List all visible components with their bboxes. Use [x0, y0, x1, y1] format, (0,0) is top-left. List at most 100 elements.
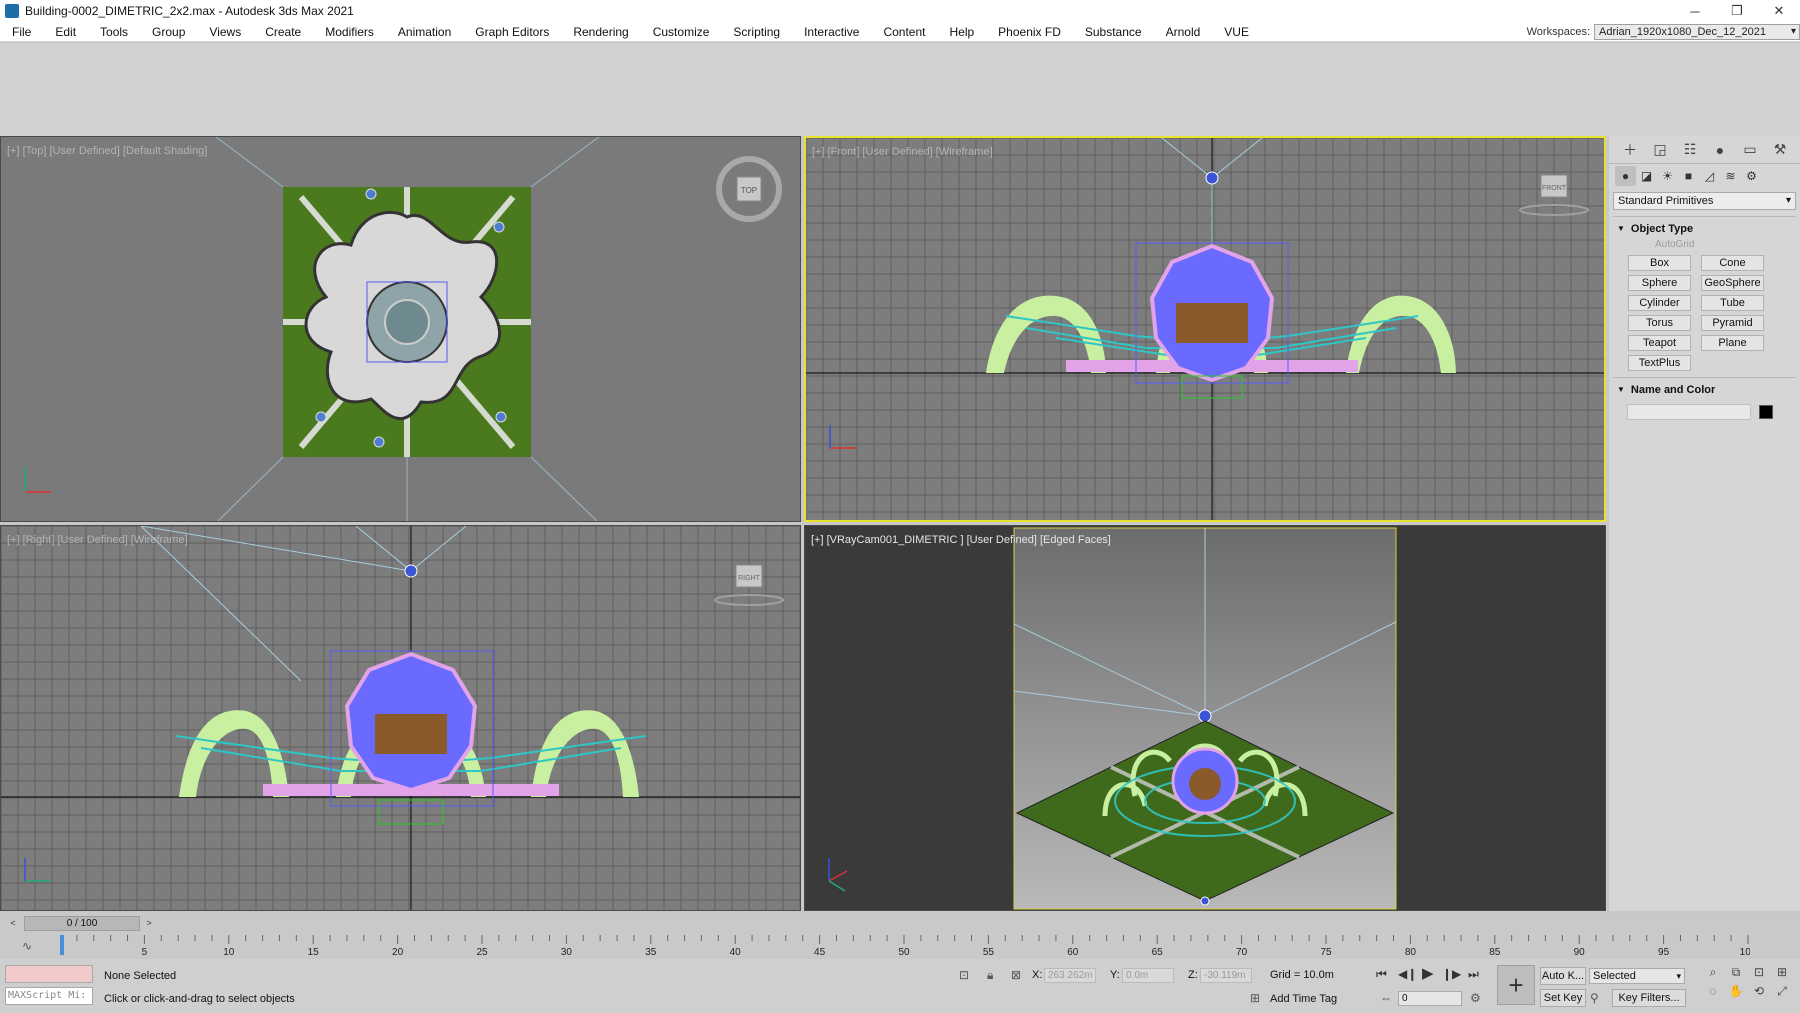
- maximize-viewport-icon[interactable]: ⤢: [1772, 984, 1792, 999]
- key-mode-icon[interactable]: ⇔: [1380, 991, 1392, 1005]
- current-frame-marker[interactable]: [60, 935, 64, 955]
- play-icon[interactable]: ▶: [1422, 964, 1434, 982]
- zoom-all-icon[interactable]: ⧉: [1726, 965, 1746, 980]
- systems-icon[interactable]: ⚙: [1741, 166, 1762, 186]
- motion-tab-icon[interactable]: ●: [1705, 139, 1735, 161]
- zoom-extents-all-icon[interactable]: ⊞: [1772, 965, 1792, 980]
- close-button[interactable]: ✕: [1758, 0, 1800, 22]
- autogrid-checkbox[interactable]: AutoGrid: [1613, 237, 1796, 253]
- display-tab-icon[interactable]: ▭: [1735, 139, 1765, 161]
- pan-icon[interactable]: ✋: [1726, 984, 1746, 999]
- name-color-header[interactable]: ▼ Name and Color: [1613, 382, 1796, 398]
- x-coordinate-field[interactable]: 263.262m: [1044, 968, 1096, 983]
- geometry-icon[interactable]: ●: [1615, 166, 1636, 186]
- track-bar[interactable]: ∿ 5 10 15 20 25 30 35 40 45 50 55 60 65 70 75 80 85 90 95 1…: [0, 933, 1800, 959]
- set-key-button[interactable]: Set Key: [1540, 989, 1586, 1007]
- prev-frame-icon[interactable]: <: [6, 916, 20, 930]
- menu-modifiers[interactable]: Modifiers: [313, 22, 386, 42]
- maxscript-listener-output[interactable]: [5, 965, 93, 983]
- viewport-right[interactable]: [+] [Right] [User Defined] [Wireframe] R…: [0, 525, 801, 911]
- plane-button[interactable]: Plane: [1701, 335, 1764, 351]
- time-slider[interactable]: 0 / 100: [24, 916, 140, 931]
- absolute-mode-icon[interactable]: ⊠: [1011, 968, 1021, 982]
- menu-substance[interactable]: Substance: [1073, 22, 1154, 42]
- helpers-icon[interactable]: ◿: [1699, 166, 1720, 186]
- hierarchy-tab-icon[interactable]: ☷: [1675, 139, 1705, 161]
- menu-edit[interactable]: Edit: [43, 22, 88, 42]
- menu-rendering[interactable]: Rendering: [561, 22, 640, 42]
- space-warps-icon[interactable]: ≋: [1720, 166, 1741, 186]
- workspace-dropdown[interactable]: Adrian_1920x1080_Dec_12_2021: [1594, 24, 1800, 40]
- modify-tab-icon[interactable]: ◲: [1645, 139, 1675, 161]
- key-filter-icon[interactable]: ⚲: [1590, 991, 1599, 1005]
- z-coordinate-field[interactable]: -30.119m: [1200, 968, 1252, 983]
- menu-arnold[interactable]: Arnold: [1154, 22, 1213, 42]
- restore-button[interactable]: ❐: [1716, 0, 1758, 22]
- menu-tools[interactable]: Tools: [88, 22, 140, 42]
- pyramid-button[interactable]: Pyramid: [1701, 315, 1764, 331]
- current-frame-field[interactable]: 0: [1398, 991, 1462, 1006]
- y-coordinate-field[interactable]: 0.0m: [1122, 968, 1174, 983]
- object-color-swatch[interactable]: [1759, 405, 1773, 419]
- cone-button[interactable]: Cone: [1701, 255, 1764, 271]
- utilities-tab-icon[interactable]: ⚒: [1765, 139, 1795, 161]
- cameras-icon[interactable]: ■: [1678, 166, 1699, 186]
- field-of-view-icon[interactable]: ◌: [1703, 984, 1723, 999]
- selection-lock-icon[interactable]: 🔒︎: [987, 968, 993, 983]
- orbit-icon[interactable]: ⟲: [1749, 984, 1769, 999]
- primitive-category-dropdown[interactable]: Standard Primitives: [1613, 192, 1796, 210]
- object-name-field[interactable]: [1627, 404, 1751, 420]
- minimize-button[interactable]: ─: [1674, 0, 1716, 22]
- menu-phoenix-fd[interactable]: Phoenix FD: [986, 22, 1073, 42]
- time-config-icon[interactable]: ⚙: [1470, 991, 1481, 1005]
- sphere-button[interactable]: Sphere: [1628, 275, 1691, 291]
- menu-interactive[interactable]: Interactive: [792, 22, 871, 42]
- torus-button[interactable]: Torus: [1628, 315, 1691, 331]
- menu-file[interactable]: File: [0, 22, 43, 42]
- menu-content[interactable]: Content: [871, 22, 937, 42]
- tube-button[interactable]: Tube: [1701, 295, 1764, 311]
- object-type-header[interactable]: ▼ Object Type: [1613, 221, 1796, 237]
- teapot-button[interactable]: Teapot: [1628, 335, 1691, 351]
- menu-views[interactable]: Views: [197, 22, 253, 42]
- lights-icon[interactable]: ☀: [1657, 166, 1678, 186]
- zoom-icon[interactable]: ⌕: [1703, 965, 1723, 980]
- go-to-end-icon[interactable]: ⏭: [1468, 967, 1479, 982]
- go-to-start-icon[interactable]: ⏮: [1376, 967, 1387, 982]
- previous-frame-icon[interactable]: ◀❙: [1398, 967, 1417, 981]
- menu-animation[interactable]: Animation: [386, 22, 463, 42]
- menu-vue[interactable]: VUE: [1212, 22, 1261, 42]
- menu-create[interactable]: Create: [253, 22, 313, 42]
- menu-customize[interactable]: Customize: [641, 22, 722, 42]
- viewport-front-label[interactable]: [+] [Front] [User Defined] [Wireframe]: [812, 146, 993, 158]
- menu-group[interactable]: Group: [140, 22, 197, 42]
- add-time-tag[interactable]: Add Time Tag: [1270, 993, 1337, 1005]
- key-selection-dropdown[interactable]: Selected: [1589, 968, 1685, 984]
- viewport-camera[interactable]: [+] [VRayCam001_DIMETRIC ] [User Defined…: [804, 525, 1606, 911]
- viewport-camera-label[interactable]: [+] [VRayCam001_DIMETRIC ] [User Defined…: [811, 534, 1111, 546]
- next-frame-icon[interactable]: >: [142, 916, 156, 930]
- key-filters-button[interactable]: Key Filters...: [1612, 989, 1686, 1007]
- geosphere-button[interactable]: GeoSphere: [1701, 275, 1764, 291]
- isolate-icon[interactable]: ⊡: [959, 968, 969, 982]
- textplus-button[interactable]: TextPlus: [1628, 355, 1691, 371]
- time-tag-icon[interactable]: ⊞: [1250, 991, 1260, 1005]
- maxscript-mini-listener[interactable]: MAXScript Mi:: [5, 987, 93, 1005]
- auto-key-button[interactable]: Auto K...: [1540, 967, 1586, 985]
- menu-graph-editors[interactable]: Graph Editors: [463, 22, 561, 42]
- shapes-icon[interactable]: ◪: [1636, 166, 1657, 186]
- viewport-right-label[interactable]: [+] [Right] [User Defined] [Wireframe]: [7, 534, 188, 546]
- menu-help[interactable]: Help: [937, 22, 986, 42]
- viewcube-top[interactable]: TOP: [716, 156, 782, 222]
- viewport-top[interactable]: [+] [Top] [User Defined] [Default Shadin…: [0, 136, 801, 522]
- box-button[interactable]: Box: [1628, 255, 1691, 271]
- track-bar-curve-icon[interactable]: ∿: [22, 939, 32, 953]
- create-tab-icon[interactable]: ＋: [1615, 139, 1645, 161]
- menu-scripting[interactable]: Scripting: [721, 22, 792, 42]
- viewport-top-label[interactable]: [+] [Top] [User Defined] [Default Shadin…: [7, 145, 207, 157]
- viewport-front[interactable]: [+] [Front] [User Defined] [Wireframe] F…: [804, 136, 1606, 522]
- set-keys-button[interactable]: +: [1497, 965, 1535, 1005]
- next-key-icon[interactable]: ❙▶: [1442, 967, 1461, 981]
- cylinder-button[interactable]: Cylinder: [1628, 295, 1691, 311]
- zoom-extents-icon[interactable]: ⊡: [1749, 965, 1769, 980]
